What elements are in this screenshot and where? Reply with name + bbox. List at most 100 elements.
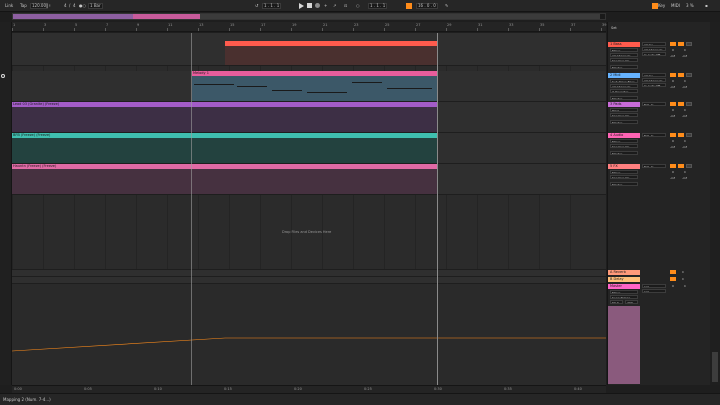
return-track-header[interactable]: B Delay <box>608 277 640 282</box>
pan-value[interactable]: C <box>684 139 686 143</box>
master-chain-area[interactable] <box>608 306 640 384</box>
route-select[interactable]: Master <box>610 151 638 155</box>
track-activator-button[interactable] <box>670 73 676 77</box>
return-lane-a[interactable] <box>12 269 606 276</box>
return-lane-b[interactable] <box>12 276 606 283</box>
send-a-value[interactable]: -inf <box>670 145 675 149</box>
device-select[interactable]: Pixel <box>610 108 638 112</box>
solo-button[interactable] <box>678 133 684 137</box>
route-select[interactable]: Master <box>610 120 638 124</box>
master-volume-value[interactable]: 0 <box>672 284 674 288</box>
pan-value[interactable]: C <box>684 170 686 174</box>
device-select[interactable]: Mixer <box>610 170 638 174</box>
volume-value[interactable]: 0 <box>672 170 674 174</box>
output-select[interactable]: 3 Operator <box>610 89 638 93</box>
master-device-select[interactable]: Mixer <box>610 290 638 294</box>
input-type-select[interactable]: All Ins <box>642 73 666 77</box>
track-header[interactable]: 3 Pads <box>608 102 640 107</box>
playhead[interactable] <box>191 33 192 385</box>
track-activator-button[interactable] <box>670 42 676 46</box>
volume-value[interactable]: 0 <box>672 108 674 112</box>
send-a-value[interactable]: -inf <box>670 114 675 118</box>
track-lane-fx[interactable]: Hauntn (Freeze) (Freeze) <box>12 164 606 195</box>
route-select[interactable]: Master <box>610 65 638 69</box>
arm-button[interactable] <box>686 42 692 46</box>
device-select[interactable]: Sub Drive Bass <box>610 79 638 83</box>
track-header[interactable]: 4 Audio <box>608 133 640 138</box>
clip-body-lead[interactable] <box>12 107 437 132</box>
send-a-value[interactable]: -inf <box>670 85 675 89</box>
send-b-value[interactable]: -inf <box>682 176 687 180</box>
output-select[interactable]: Speaker On <box>610 58 638 62</box>
device-select[interactable]: Mixer <box>610 48 638 52</box>
vertical-scrollbar[interactable] <box>710 22 720 385</box>
track-lane-midi[interactable]: Melody 1 <box>12 71 606 102</box>
send-b-value[interactable]: -inf <box>682 114 687 118</box>
arm-button[interactable] <box>686 73 692 77</box>
midi-note[interactable] <box>352 82 382 83</box>
draw-mode-icon[interactable]: ✎ <box>445 3 448 9</box>
send-b-value[interactable]: -inf <box>682 54 687 58</box>
follow-icon[interactable]: ↺ <box>255 3 258 9</box>
midi-map-label[interactable]: MIDI <box>671 3 680 9</box>
input-type-select[interactable]: Ext. In <box>642 102 666 106</box>
input-select[interactable]: All Channels <box>610 84 638 88</box>
return-pan-value[interactable]: C <box>682 277 684 281</box>
tap-button[interactable]: Tap <box>20 3 27 9</box>
output-select[interactable]: Speaker On <box>610 113 638 117</box>
send-a-value[interactable]: -inf <box>670 54 675 58</box>
track-header[interactable]: 2 Midi <box>608 73 640 78</box>
track-header[interactable]: 5 FX <box>608 164 640 169</box>
arm-button[interactable] <box>686 102 692 106</box>
return-pan-value[interactable]: C <box>682 270 684 274</box>
song-tempo-select[interactable]: Song Tempo <box>610 295 638 299</box>
device-select[interactable]: Mixer <box>610 139 638 143</box>
nudge-icon[interactable]: ‖ ⁞ <box>46 3 51 9</box>
master-ratio-select[interactable]: 1/2 <box>642 284 666 288</box>
track-activator-button[interactable] <box>670 102 676 106</box>
route-select[interactable]: Master <box>610 182 638 186</box>
master-lane[interactable] <box>12 283 606 385</box>
arrangement-view[interactable]: Melody 1 Lead 03 (Granite) (Freeze) BFB … <box>12 33 606 385</box>
solo-button[interactable] <box>678 102 684 106</box>
send-b-value[interactable]: -inf <box>682 145 687 149</box>
return-activator-button[interactable] <box>670 270 676 274</box>
solo-button[interactable] <box>678 164 684 168</box>
channel-select[interactable]: All Channels <box>642 47 666 51</box>
stop-icon[interactable] <box>307 3 312 8</box>
track-lane-audio[interactable]: BFB (Freeze) (Freeze) <box>12 133 606 164</box>
metronome-icon[interactable]: ●○ <box>79 3 86 9</box>
midi-note[interactable] <box>237 86 267 87</box>
play-icon[interactable] <box>299 3 304 9</box>
midi-note[interactable] <box>194 84 234 85</box>
track-lane-bass[interactable] <box>12 33 606 66</box>
loop-length-field[interactable]: 16 . 0 . 0 <box>416 3 438 9</box>
solo-button[interactable] <box>678 42 684 46</box>
scroll-thumb[interactable] <box>712 352 718 382</box>
clip-body-hauntn[interactable] <box>12 169 437 194</box>
send-a-value[interactable]: -inf <box>670 176 675 180</box>
track-activator-button[interactable] <box>670 133 676 137</box>
volume-value[interactable]: 0 <box>672 48 674 52</box>
solo-button[interactable] <box>678 73 684 77</box>
link-button[interactable]: Link <box>5 3 13 9</box>
record-icon[interactable] <box>315 3 320 8</box>
capture-icon[interactable]: ⊡ <box>344 3 347 9</box>
track-header[interactable]: 1 Bass <box>608 42 640 47</box>
signature-denominator[interactable]: 4 <box>73 3 76 9</box>
master-track-header[interactable]: Master <box>608 284 640 289</box>
track-lane-pads[interactable]: Lead 03 (Granite) (Freeze) <box>12 102 606 133</box>
volume-value[interactable]: 0 <box>672 139 674 143</box>
session-record-icon[interactable]: ○ <box>356 3 360 9</box>
input-type-select[interactable]: Ext. In <box>642 133 666 137</box>
arm-button[interactable] <box>686 164 692 168</box>
key-map-label[interactable]: Key <box>658 3 665 9</box>
midi-note[interactable] <box>272 90 302 91</box>
quantize-select[interactable]: 1 Bar <box>88 3 103 9</box>
track-activator-button[interactable] <box>670 164 676 168</box>
arm-button[interactable] <box>686 133 692 137</box>
pan-value[interactable]: C <box>684 79 686 83</box>
fold-icon[interactable] <box>1 74 5 78</box>
loop-start-field[interactable]: 1 . 1 . 1 <box>368 3 388 9</box>
beat-time-ruler[interactable]: 1 3 5 7 9 11 13 15 17 19 21 23 25 27 29 31 33 35 37 39 <box>12 22 606 32</box>
